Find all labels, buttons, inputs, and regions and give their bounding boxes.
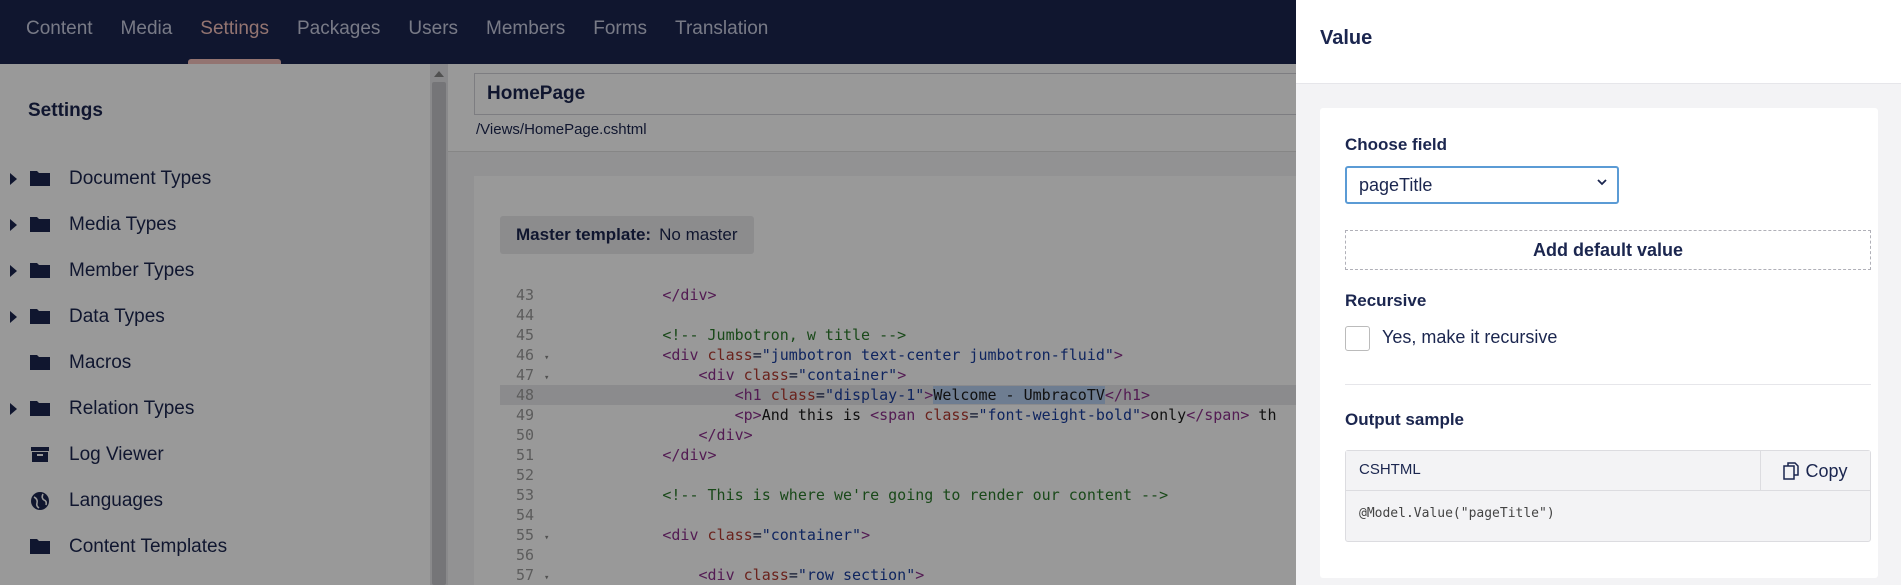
choose-field-label: Choose field <box>1345 135 1448 154</box>
panel-header: Value <box>1296 0 1901 84</box>
recursive-label: Recursive <box>1345 291 1427 310</box>
output-sample-box: CSHTML Copy @Model.Value("pageTitle") <box>1345 450 1871 542</box>
panel-title: Value <box>1320 27 1373 49</box>
output-sample-header: CSHTML Copy <box>1346 451 1870 491</box>
output-sample-code: @Model.Value("pageTitle") <box>1359 506 1555 521</box>
choose-field-select[interactable]: pageTitle <box>1345 166 1619 204</box>
chevron-down-icon <box>1597 179 1607 186</box>
copy-icon <box>1783 462 1800 480</box>
sample-language-label: CSHTML <box>1359 461 1421 478</box>
recursive-checkbox-label[interactable]: Yes, make it recursive <box>1382 327 1557 348</box>
modal-backdrop[interactable] <box>0 0 1296 585</box>
value-insert-panel: Value Choose field pageTitle Add default… <box>1296 0 1901 585</box>
recursive-checkbox[interactable] <box>1345 326 1370 351</box>
choose-field-selected-value: pageTitle <box>1359 175 1433 195</box>
add-default-value-button[interactable]: Add default value <box>1345 230 1871 270</box>
copy-button[interactable]: Copy <box>1760 451 1870 491</box>
output-sample-label: Output sample <box>1345 410 1465 429</box>
value-settings-card: Choose field pageTitle Add default value… <box>1320 108 1878 578</box>
divider <box>1345 384 1871 385</box>
copy-button-label: Copy <box>1805 460 1848 481</box>
